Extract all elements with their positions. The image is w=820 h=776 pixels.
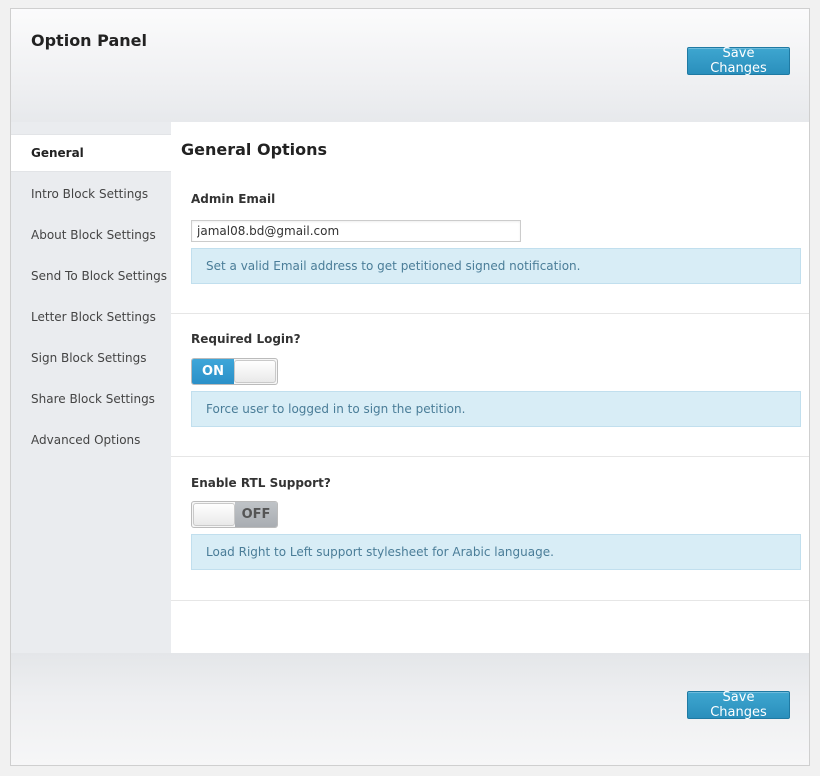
admin-email-label: Admin Email <box>191 192 276 206</box>
sidebar-item-general[interactable]: General <box>11 134 171 172</box>
save-changes-button-bottom[interactable]: Save Changes <box>687 690 790 720</box>
toggle-on-label: ON <box>192 359 234 384</box>
panel-header: Option Panel Save Changes <box>11 9 809 122</box>
save-changes-button-top[interactable]: Save Changes <box>687 46 790 76</box>
divider <box>171 456 809 457</box>
sidebar-item-share-block[interactable]: Share Block Settings <box>11 380 171 418</box>
toggle-knob <box>193 503 235 526</box>
required-login-description: Force user to logged in to sign the peti… <box>191 391 801 427</box>
toggle-off-label: OFF <box>235 502 277 527</box>
sidebar-item-send-to-block[interactable]: Send To Block Settings <box>11 257 171 295</box>
page-title: Option Panel <box>31 31 147 50</box>
sidebar-item-letter-block[interactable]: Letter Block Settings <box>11 298 171 336</box>
required-login-label: Required Login? <box>191 332 301 346</box>
sidebar: General Intro Block Settings About Block… <box>11 122 171 653</box>
toggle-knob <box>234 360 276 383</box>
admin-email-description: Set a valid Email address to get petitio… <box>191 248 801 284</box>
rtl-support-label: Enable RTL Support? <box>191 476 331 490</box>
section-title: General Options <box>181 140 328 159</box>
divider <box>171 600 809 601</box>
sidebar-item-intro-block[interactable]: Intro Block Settings <box>11 175 171 213</box>
divider <box>171 313 809 314</box>
main-content: General Options Admin Email Set a valid … <box>171 122 809 653</box>
option-panel: Option Panel Save Changes General Intro … <box>10 8 810 766</box>
required-login-toggle[interactable]: ON <box>191 358 278 385</box>
rtl-support-toggle[interactable]: OFF <box>191 501 278 528</box>
sidebar-item-advanced-options[interactable]: Advanced Options <box>11 421 171 459</box>
rtl-support-description: Load Right to Left support stylesheet fo… <box>191 534 801 570</box>
admin-email-input[interactable] <box>191 220 521 242</box>
sidebar-item-about-block[interactable]: About Block Settings <box>11 216 171 254</box>
sidebar-item-sign-block[interactable]: Sign Block Settings <box>11 339 171 377</box>
